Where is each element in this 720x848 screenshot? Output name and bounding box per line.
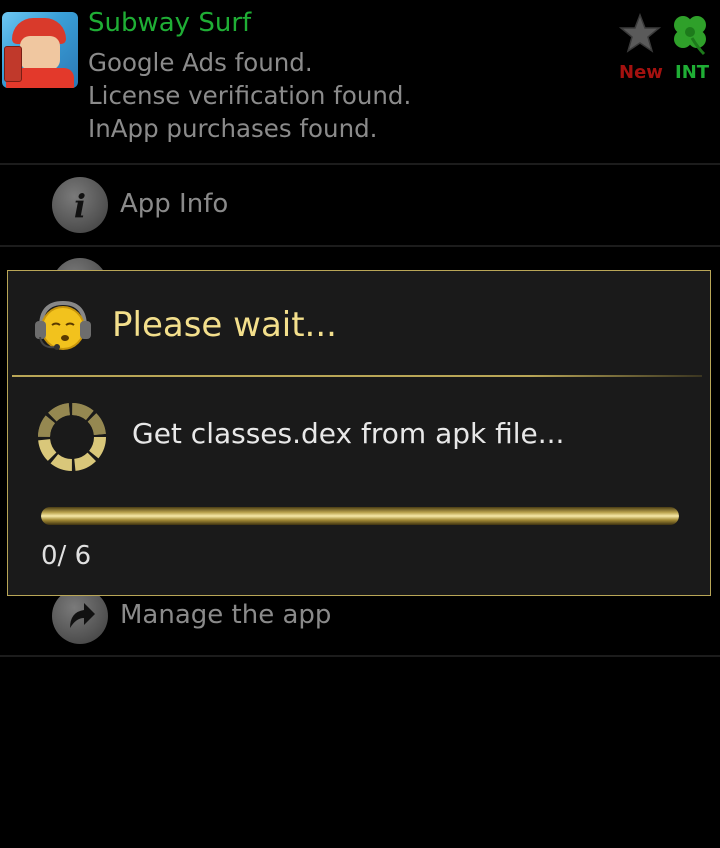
menu-item-app-info[interactable]: i App Info xyxy=(0,165,720,245)
clover-icon xyxy=(674,16,706,56)
share-arrow-icon xyxy=(52,588,108,644)
divider xyxy=(0,655,720,657)
app-info-line: InApp purchases found. xyxy=(88,114,378,143)
star-icon xyxy=(619,13,661,53)
divider xyxy=(0,245,720,247)
progress-bar-fill xyxy=(41,507,679,525)
svg-text:i: i xyxy=(74,187,86,225)
dialog-title: Please wait... xyxy=(112,305,337,345)
app-icon-face xyxy=(20,36,60,70)
dialog-message: Get classes.dex from apk file... xyxy=(132,417,565,450)
menu-item-label: App Info xyxy=(120,189,229,219)
new-badge: New xyxy=(619,62,663,83)
app-icon-spray-can xyxy=(4,46,22,82)
progress-bar xyxy=(41,507,679,525)
progress-dialog: Please wait... Get classes.dex from apk … xyxy=(7,270,711,596)
app-icon xyxy=(2,12,78,88)
app-title: Subway Surf xyxy=(88,8,252,38)
headphones-smiley-icon xyxy=(35,300,91,350)
app-header: Subway Surf Google Ads found. License ve… xyxy=(0,0,720,163)
int-badge: INT xyxy=(675,62,710,83)
info-icon: i xyxy=(52,177,108,233)
app-info-line: License verification found. xyxy=(88,81,412,110)
dialog-title-divider xyxy=(12,375,702,377)
app-info-line: Google Ads found. xyxy=(88,48,313,77)
menu-item-label: Manage the app xyxy=(120,600,332,630)
loading-spinner-icon xyxy=(38,403,106,471)
progress-count: 0/ 6 xyxy=(41,541,92,571)
